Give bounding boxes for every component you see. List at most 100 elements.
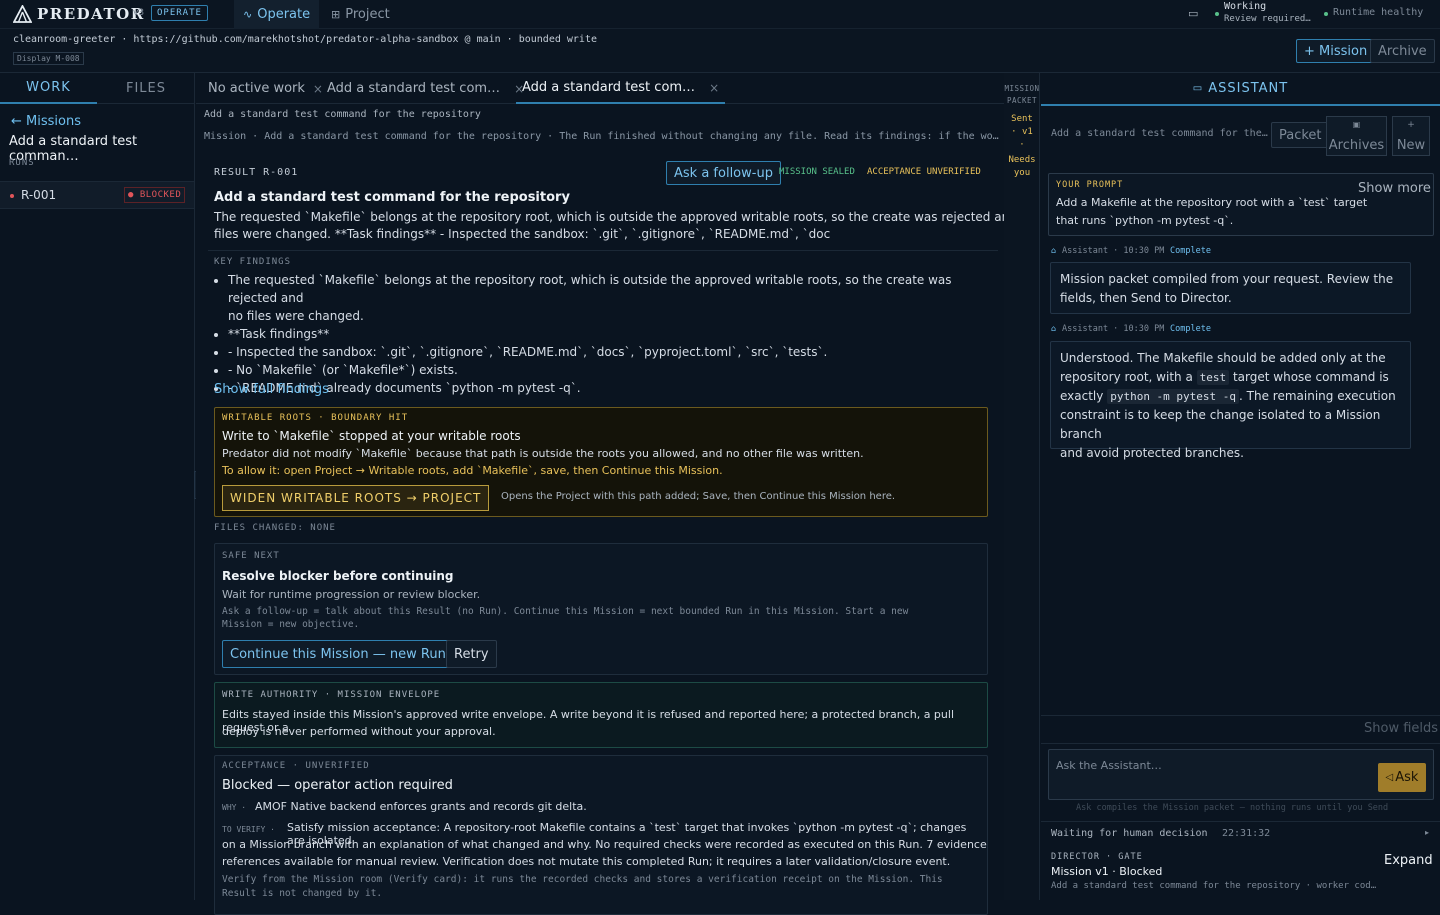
tab-work[interactable]: WORK <box>0 73 97 104</box>
tab-mission-1[interactable]: Add a standard test com… × <box>327 73 524 104</box>
message-status: Complete <box>1170 246 1211 256</box>
safe-next-text: Wait for runtime progression or review b… <box>222 588 481 601</box>
tab-files[interactable]: FILES <box>97 73 195 104</box>
your-prompt-label: YOUR PROMPT <box>1056 180 1124 190</box>
tab-mission-2[interactable]: Add a standard test com… × <box>516 73 726 104</box>
acceptance-label: ACCEPTANCE · UNVERIFIED <box>222 761 370 771</box>
new-chat-button[interactable]: + New <box>1392 116 1430 156</box>
run-status-badge: ● BLOCKED <box>124 187 186 203</box>
context-bar: cleanroom-greeter · https://github.com/m… <box>0 29 1440 73</box>
strip-label-1: MISSION <box>1004 84 1040 93</box>
assistant-avatar-icon: ⌂ <box>1051 246 1057 255</box>
run-status-dot-icon <box>10 194 14 198</box>
app-logo-text: PREDATOR <box>37 5 145 23</box>
archive-button[interactable]: Archive <box>1370 39 1435 63</box>
message-meta: Assistant · 10:30 PM <box>1062 324 1165 334</box>
runs-label: RUNS <box>9 158 35 168</box>
continue-mission-button[interactable]: Continue this Mission — new Run <box>222 640 454 668</box>
waiting-time: 22:31:32 <box>1222 828 1271 839</box>
strip-status-3: · <box>1019 140 1025 150</box>
packet-button[interactable]: Packet <box>1271 122 1330 148</box>
show-fields-link[interactable]: Show fields <box>1364 721 1438 736</box>
top-bar: PREDATOR v3 OPERATE ∿ Operate ⊞ Project ▭ … <box>0 0 1440 29</box>
runtime-dot-icon <box>1324 12 1328 16</box>
safe-next-hint-1: Ask a follow-up = talk about this Result… <box>222 606 909 617</box>
working-dot-icon <box>1215 12 1219 16</box>
finding-item: The requested `Makefile` belongs at the … <box>228 271 984 325</box>
chat-icon[interactable]: ▭ <box>1188 7 1198 20</box>
mission-input-field[interactable]: Add a standard test command for the… <box>1051 128 1268 139</box>
ask-followup-button[interactable]: Ask a follow-up <box>666 161 781 185</box>
tab-project[interactable]: ⊞ Project <box>322 0 399 29</box>
show-full-findings-link[interactable]: Show full findings <box>214 382 329 397</box>
grid-icon: ⊞ <box>331 8 341 21</box>
safe-next-card: SAFE NEXT Resolve blocker before continu… <box>214 543 988 675</box>
assistant-message: Understood. The Makefile should be added… <box>1050 341 1411 460</box>
status-review: Review required… <box>1224 14 1311 24</box>
writable-roots-label: WRITABLE ROOTS · BOUNDARY HIT <box>222 413 409 423</box>
ask-input[interactable]: Ask the Assistant… <box>1048 749 1434 800</box>
strip-label-2: PACKET <box>1006 96 1038 105</box>
inline-code: test <box>1196 370 1230 385</box>
mode-badge: OPERATE <box>151 5 208 21</box>
write-authority-label: WRITE AUTHORITY · MISSION ENVELOPE <box>222 690 441 700</box>
left-panel: WORK FILES ← Missions Add a standard tes… <box>0 73 204 900</box>
prompt-line-1: Add a Makefile at the repository root wi… <box>1056 196 1368 209</box>
archives-button[interactable]: ▣ Archives <box>1326 116 1387 156</box>
tab-operate[interactable]: ∿ Operate <box>234 0 320 29</box>
predator-logo-icon <box>13 5 32 23</box>
finding-item: **Task findings** <box>228 325 984 343</box>
new-mission-button[interactable]: + Mission <box>1296 39 1376 63</box>
to-verify-line-3: references available for manual review. … <box>222 855 951 868</box>
finding-item: - Inspected the sandbox: `.git`, `.gitig… <box>228 343 984 361</box>
write-authority-card: WRITE AUTHORITY · MISSION ENVELOPE Edits… <box>214 682 988 748</box>
caret-icon[interactable]: ▸ <box>1425 828 1429 837</box>
back-to-missions-link[interactable]: ← Missions <box>11 114 81 129</box>
divider <box>1041 715 1440 716</box>
result-summary-line-1: The requested `Makefile` belongs at the … <box>214 210 1036 224</box>
to-verify-label: TO VERIFY · <box>222 825 275 834</box>
result-title: Add a standard test command for the repo… <box>214 190 570 205</box>
writable-roots-allow: To allow it: open Project → Writable roo… <box>222 464 723 477</box>
close-icon[interactable]: × <box>709 81 719 95</box>
archive-box-icon: ▣ <box>1352 120 1361 129</box>
ask-button[interactable]: ◁ Ask <box>1378 763 1426 792</box>
result-label: RESULT R-001 <box>214 167 299 178</box>
run-row[interactable]: R-001 ● BLOCKED <box>0 181 194 209</box>
tab-no-active-work[interactable]: No active work × <box>208 73 323 104</box>
write-authority-text-2: deploy is never performed without your a… <box>222 725 496 738</box>
strip-status-5: you <box>1013 168 1031 178</box>
acceptance-badge: ACCEPTANCE UNVERIFIED <box>867 167 981 177</box>
finding-item: - No `Makefile` (or `Makefile*`) exists. <box>228 361 984 379</box>
safe-next-label: SAFE NEXT <box>222 551 280 561</box>
retry-button[interactable]: Retry <box>446 640 497 668</box>
mission-packet-strip[interactable]: MISSION PACKET Sent · v1 · Needs you <box>1004 73 1040 900</box>
why-label: WHY · <box>222 803 247 812</box>
assistant-header: ▭ ASSISTANT <box>1041 73 1440 106</box>
mission-summary-line: Mission · Add a standard test command fo… <box>204 131 999 142</box>
to-verify-line-2: on a Mission branch with an explanation … <box>222 838 987 851</box>
director-subtitle: Add a standard test command for the repo… <box>1051 881 1377 891</box>
widen-writable-roots-button[interactable]: WIDEN WRITABLE ROOTS → PROJECT <box>222 485 490 511</box>
acceptance-title: Blocked — operator action required <box>222 778 453 793</box>
ask-input-placeholder: Ask the Assistant… <box>1056 759 1162 772</box>
divider <box>1041 743 1440 744</box>
plus-icon: + <box>1407 120 1415 130</box>
safe-next-hint-2: Mission = new objective. <box>222 619 360 630</box>
show-more-link[interactable]: Show more <box>1358 181 1431 196</box>
status-working: Working <box>1224 1 1267 12</box>
expand-button[interactable]: Expand <box>1384 853 1433 868</box>
strip-status-2: · v1 <box>1011 127 1033 137</box>
divider <box>208 250 998 251</box>
assistant-panel: ▭ ASSISTANT Add a standard test command f… <box>1041 73 1440 900</box>
waiting-status: Waiting for human decision <box>1051 828 1208 839</box>
result-summary-line-2: files were changed. **Task findings** - … <box>214 227 831 241</box>
run-id: R-001 <box>21 188 57 202</box>
message-meta: Assistant · 10:30 PM <box>1062 246 1165 256</box>
divider <box>1041 821 1440 822</box>
your-prompt-card: YOUR PROMPT Show more Add a Makefile at … <box>1048 173 1434 236</box>
breadcrumb: Add a standard test command for the repo… <box>204 109 481 120</box>
writable-roots-title: Write to `Makefile` stopped at your writ… <box>222 429 521 443</box>
finding-item: - `README.md` already documents `python … <box>228 379 984 397</box>
close-icon[interactable]: × <box>313 82 323 96</box>
